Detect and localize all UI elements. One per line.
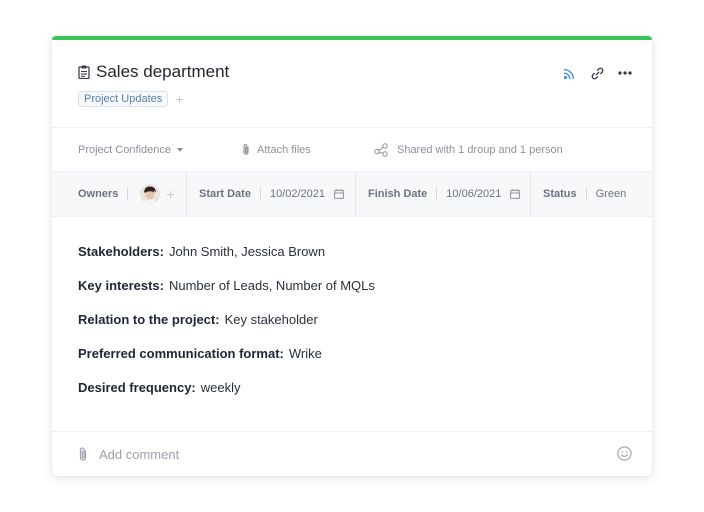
description-value: Key stakeholder <box>224 312 318 327</box>
paperclip-icon[interactable] <box>78 446 88 462</box>
add-owner-button[interactable]: + <box>166 186 174 202</box>
task-title[interactable]: Sales department <box>96 62 229 82</box>
attach-files-label: Attach files <box>257 143 311 156</box>
description-value: John Smith, Jessica Brown <box>168 244 326 259</box>
description-line: Preferred communication format: Wrike <box>78 346 375 380</box>
description-label: Key interests: <box>78 278 164 293</box>
caret-down-icon <box>176 147 183 152</box>
description-line: Relation to the project: Key stakeholder <box>78 312 375 346</box>
status-label: Status <box>543 188 577 200</box>
description-line: Stakeholders: John Smith, Jessica Brown <box>78 244 375 278</box>
emoji-icon[interactable] <box>617 446 632 461</box>
finish-date-field[interactable]: Finish Date 10/06/2021 <box>368 172 521 216</box>
field-divider <box>186 172 187 216</box>
description-value: Wrike <box>288 346 322 361</box>
task-fields-bar: Owners + Start Date 10/02/2021 Finish Da… <box>52 171 652 217</box>
task-card: Sales department Project Updates + Proje… <box>52 36 652 476</box>
status-value[interactable]: Green <box>596 188 627 200</box>
description-label: Stakeholders: <box>78 244 164 259</box>
add-tag-button[interactable]: + <box>175 92 183 106</box>
owners-field[interactable]: Owners + <box>78 172 175 216</box>
separator <box>259 188 261 200</box>
finish-date-value[interactable]: 10/06/2021 <box>446 188 501 200</box>
calendar-icon[interactable] <box>334 189 344 199</box>
more-icon[interactable] <box>618 66 632 80</box>
description-label: Desired frequency: <box>78 380 196 395</box>
description-value: Number of Leads, Number of MQLs <box>168 278 375 293</box>
owners-label: Owners <box>78 188 119 200</box>
avatar[interactable] <box>140 184 161 204</box>
description-line: Desired frequency: weekly <box>78 380 375 414</box>
folder-tag[interactable]: Project Updates <box>78 91 169 107</box>
comment-bar[interactable]: Add comment <box>52 431 652 477</box>
share-icon <box>374 142 389 157</box>
start-date-field[interactable]: Start Date 10/02/2021 <box>199 172 344 216</box>
task-toolbar: Project Confidence Attach files Shared w… <box>52 127 652 171</box>
field-divider <box>530 172 531 216</box>
description-value: weekly <box>200 380 241 395</box>
add-comment-input[interactable]: Add comment <box>99 447 179 462</box>
shared-with-button[interactable]: Shared with 1 droup and 1 person <box>374 142 563 157</box>
attach-files-button[interactable]: Attach files <box>242 143 311 156</box>
rss-icon[interactable] <box>562 66 576 80</box>
finish-date-label: Finish Date <box>368 188 428 200</box>
task-description[interactable]: Stakeholders: John Smith, Jessica Brown … <box>78 244 375 414</box>
start-date-value[interactable]: 10/02/2021 <box>270 188 325 200</box>
separator <box>585 188 587 200</box>
shared-with-label: Shared with 1 droup and 1 person <box>397 143 563 156</box>
paperclip-icon <box>242 143 250 156</box>
description-label: Relation to the project: <box>78 312 220 327</box>
project-confidence-label: Project Confidence <box>78 143 171 156</box>
calendar-icon[interactable] <box>510 189 521 199</box>
status-field[interactable]: Status Green <box>543 172 626 216</box>
separator <box>127 188 129 200</box>
field-divider <box>355 172 356 216</box>
document-icon <box>78 65 90 79</box>
project-confidence-dropdown[interactable]: Project Confidence <box>78 144 183 156</box>
description-label: Preferred communication format: <box>78 346 284 361</box>
description-line: Key interests: Number of Leads, Number o… <box>78 278 375 312</box>
link-icon[interactable] <box>590 66 604 80</box>
separator <box>436 188 438 200</box>
task-header: Sales department Project Updates + <box>78 62 632 107</box>
start-date-label: Start Date <box>199 188 251 200</box>
